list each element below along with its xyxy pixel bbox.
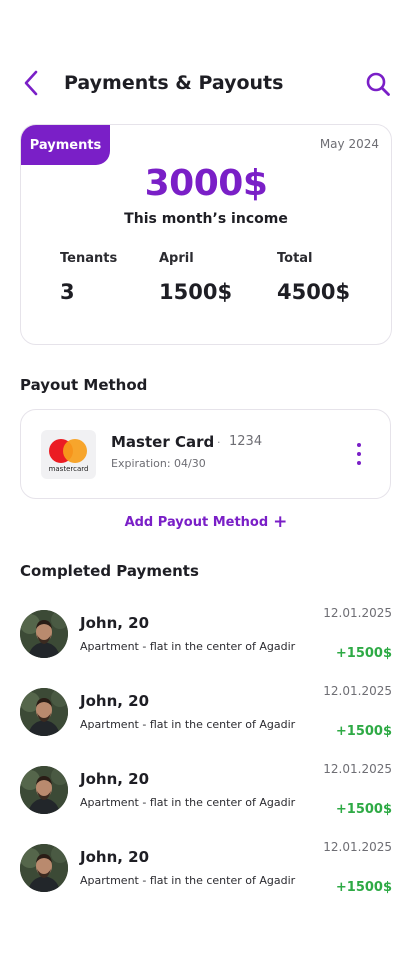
property-description: Apartment - flat in the center of Agadir [80, 796, 296, 809]
payment-amount: +1500$ [335, 724, 392, 739]
payout-card[interactable]: mastercard Master Card · 1234 Expiration… [20, 409, 391, 499]
payment-row[interactable]: John, 20 Apartment - flat in the center … [20, 606, 392, 662]
avatar [20, 610, 68, 658]
property-description: Apartment - flat in the center of Agadir [80, 718, 296, 731]
payer-name: John, 20 [80, 770, 150, 788]
plus-icon: + [273, 512, 288, 532]
mastercard-yellow-circle [63, 439, 87, 463]
period-label: May 2024 [319, 137, 379, 151]
monthly-income-label: This month’s income [124, 211, 288, 227]
stat-tenants: Tenants 3 [60, 251, 117, 304]
stat-value: 4500$ [277, 280, 351, 304]
card-name: Master Card [111, 433, 215, 451]
payment-date: 12.01.2025 [323, 762, 392, 776]
monthly-income-amount: 3000$ [144, 163, 268, 204]
chevron-left-icon [24, 70, 38, 96]
stat-april: April 1500$ [159, 251, 232, 304]
payment-row[interactable]: John, 20 Apartment - flat in the center … [20, 684, 392, 740]
add-payout-method-label: Add Payout Method [124, 515, 269, 530]
property-description: Apartment - flat in the center of Agadir [80, 640, 296, 653]
payment-row[interactable]: John, 20 Apartment - flat in the center … [20, 840, 392, 896]
payment-amount: +1500$ [335, 880, 392, 895]
mastercard-wordmark: mastercard [48, 465, 89, 473]
search-button[interactable] [362, 68, 394, 100]
payment-date: 12.01.2025 [323, 684, 392, 698]
stat-label: Total [277, 251, 313, 266]
payment-amount: +1500$ [335, 646, 392, 661]
avatar [20, 844, 68, 892]
payer-name: John, 20 [80, 848, 150, 866]
payments-tag: Payments [21, 125, 110, 165]
stat-total: Total 4500$ [277, 251, 350, 304]
top-bar: Payments & Payouts [0, 62, 412, 104]
add-payout-method-button[interactable]: Add Payout Method + [0, 512, 412, 532]
back-button[interactable] [16, 68, 46, 98]
search-icon [366, 72, 390, 96]
stat-label: April [159, 251, 194, 266]
payer-name: John, 20 [80, 614, 150, 632]
income-summary-card: Payments May 2024 3000$ This month’s inc… [20, 124, 392, 345]
card-last-digits: 1234 [229, 434, 263, 449]
payer-name: John, 20 [80, 692, 150, 710]
mastercard-logo: mastercard [41, 430, 96, 479]
payment-amount: +1500$ [335, 802, 392, 817]
card-separator: · [217, 436, 221, 449]
payment-row[interactable]: John, 20 Apartment - flat in the center … [20, 762, 392, 818]
card-expiration: Expiration: 04/30 [111, 457, 206, 470]
avatar [20, 766, 68, 814]
more-vertical-icon[interactable] [349, 440, 369, 470]
stat-label: Tenants [60, 251, 118, 266]
property-description: Apartment - flat in the center of Agadir [80, 874, 296, 887]
payment-date: 12.01.2025 [323, 606, 392, 620]
page-title: Payments & Payouts [64, 72, 284, 94]
payout-method-heading: Payout Method [20, 376, 148, 394]
stat-value: 3 [60, 280, 75, 304]
payment-date: 12.01.2025 [323, 840, 392, 854]
completed-payments-heading: Completed Payments [20, 562, 199, 580]
stat-value: 1500$ [159, 280, 233, 304]
avatar [20, 688, 68, 736]
